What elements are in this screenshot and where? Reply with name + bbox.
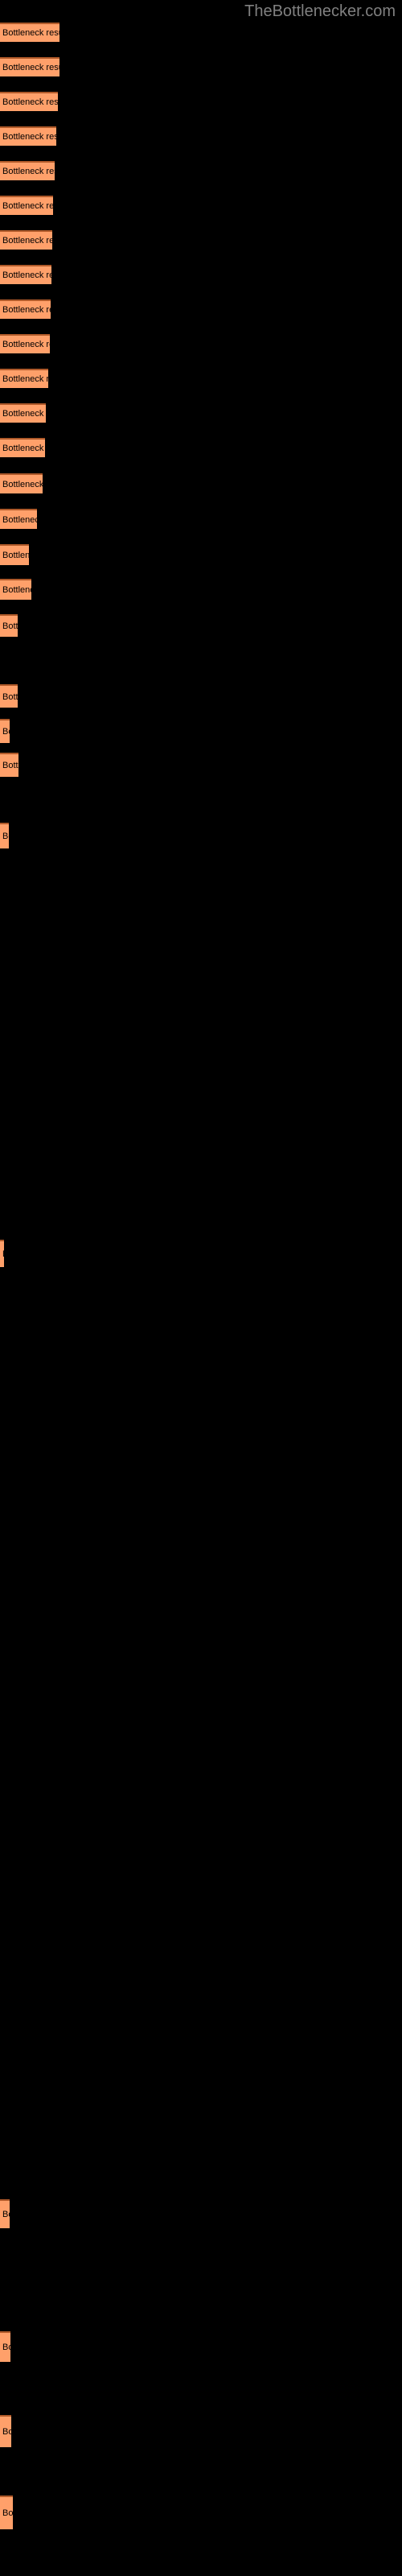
bar-row[interactable]: Bottleneck result [0, 2199, 10, 2228]
bar-label: Bottleneck result [2, 270, 51, 280]
bar-row[interactable]: Bottleneck result [0, 161, 55, 180]
bar-row[interactable]: Bottleneck result [0, 334, 50, 353]
bar-row[interactable]: Bottleneck result [0, 369, 48, 388]
bar-row[interactable]: Bottleneck result [0, 753, 18, 777]
bar-row[interactable]: Bottleneck result [0, 2331, 10, 2362]
bar-row[interactable]: Bottleneck result [0, 438, 45, 457]
bar-label: Bottleneck result [2, 236, 52, 246]
bar-row[interactable]: Bottleneck result [0, 719, 10, 743]
bar-row[interactable]: Bottleneck result [0, 614, 18, 637]
bar-row[interactable]: Bottleneck result [0, 230, 52, 250]
site-title: TheBottlenecker.com [244, 2, 396, 20]
bar-row[interactable]: Bottleneck result [0, 823, 9, 848]
bar-label: Bottleneck result [0, 1249, 4, 1259]
bar-label: Bottleneck result [2, 621, 18, 631]
bar-label: Bottleneck result [2, 409, 46, 419]
bar-row[interactable]: Bottleneck result [0, 2496, 13, 2529]
bar-label: Bottleneck result [2, 305, 51, 315]
bar-row[interactable]: Bottleneck result [0, 403, 46, 423]
bar-label: Bottleneck result [2, 201, 53, 211]
bar-row[interactable]: Bottleneck result [0, 509, 37, 529]
bar-row[interactable]: Bottleneck result [0, 265, 51, 284]
bar-row[interactable]: Bottleneck result [0, 92, 58, 111]
bar-label: Bottleneck result [2, 374, 48, 384]
bar-row[interactable]: Bottleneck result [0, 126, 56, 146]
bar-row[interactable]: Bottleneck result [0, 684, 18, 708]
bar-label: Bottleneck result [2, 132, 56, 142]
bar-label: Bottleneck result [2, 444, 45, 453]
bar-row[interactable]: Bottleneck result [0, 2415, 11, 2447]
bar-label: Bottleneck result [2, 97, 58, 107]
bar-label: Bottleneck result [2, 28, 59, 38]
bar-label: Bottleneck result [2, 340, 50, 349]
bottleneck-chart-page: TheBottlenecker.com Bottleneck result Bot… [0, 0, 402, 2576]
bar-label: Bottleneck result [2, 551, 29, 560]
bar-row[interactable]: Bottleneck result [0, 544, 29, 565]
bar-label: Bottleneck result [2, 2508, 13, 2518]
bar-row[interactable]: Bottleneck result [0, 299, 51, 319]
bar-label: Bottleneck result [2, 585, 31, 595]
bar-label: Bottleneck result [2, 2343, 10, 2352]
bar-label: Bottleneck result [2, 761, 18, 770]
bar-label: Bottleneck result [2, 514, 37, 525]
bar-label: Bottleneck result [2, 2210, 10, 2219]
bar-label: Bottleneck result [2, 167, 55, 176]
bar-label: Bottleneck result [2, 832, 9, 841]
bar-row[interactable]: Bottleneck result [0, 579, 31, 600]
bar-label: Bottleneck result [2, 63, 59, 72]
bar-label: Bottleneck result [2, 691, 18, 702]
bar-label: Bottleneck result [2, 727, 10, 737]
bar-row[interactable]: Bottleneck result [0, 473, 43, 493]
bar-label: Bottleneck result [2, 2427, 11, 2437]
bar-row[interactable]: Bottleneck result [0, 196, 53, 215]
bar-row[interactable]: Bottleneck result [0, 57, 59, 76]
bar-label: Bottleneck result [2, 479, 43, 489]
bar-row[interactable]: Bottleneck result [0, 1240, 4, 1267]
bar-row[interactable]: Bottleneck result [0, 23, 59, 42]
